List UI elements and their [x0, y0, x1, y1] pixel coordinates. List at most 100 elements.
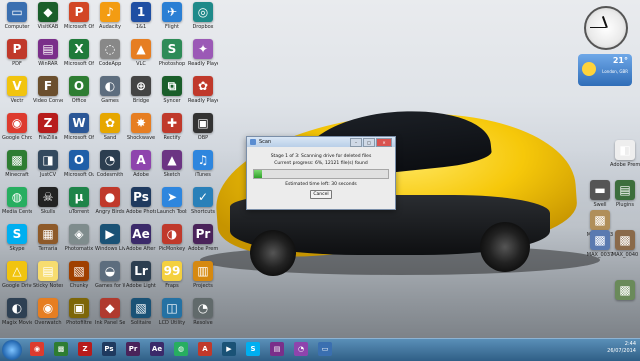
- desktop-icon[interactable]: S Photoshop: [157, 39, 187, 79]
- weather-location: London, GBR: [602, 69, 628, 74]
- dialog-titlebar[interactable]: Scan – □ ✕: [247, 137, 395, 147]
- desktop-icon[interactable]: ▲ VLC: [126, 39, 156, 79]
- taskbar-app-icon[interactable]: ◍: [174, 342, 188, 356]
- desktop-icon[interactable]: ▣ Photofiltre: [64, 298, 94, 338]
- app-icon: A: [131, 150, 151, 170]
- app-icon: ✿: [100, 113, 120, 133]
- desktop-icon[interactable]: ◨ JustCV: [33, 150, 63, 190]
- desktop-icon-label: Codesmith: [96, 172, 124, 178]
- desktop-icon[interactable]: ▤ Sticky Notes: [33, 261, 63, 301]
- minimize-button[interactable]: –: [350, 138, 362, 147]
- desktop-icon[interactable]: Ae Adobe After Effects CS5: [126, 224, 156, 264]
- desktop-icon[interactable]: W Microsoft Office Word: [64, 113, 94, 153]
- app-icon: ◈: [69, 224, 89, 244]
- taskbar-app-icon[interactable]: ▭: [318, 342, 332, 356]
- desktop-icon[interactable]: A Adobe: [126, 150, 156, 190]
- desktop-icon[interactable]: ⧉ Syncer: [157, 76, 187, 116]
- desktop-icon[interactable]: ▩: [610, 280, 640, 320]
- desktop-icon[interactable]: ▧ Solitaire: [126, 298, 156, 338]
- taskbar-app-icon[interactable]: Ps: [102, 342, 116, 356]
- app-icon: ▤: [38, 261, 58, 281]
- desktop-icon[interactable]: ✸ Shockwave: [126, 113, 156, 153]
- desktop-icon[interactable]: F Video Converter: [33, 76, 63, 116]
- desktop-icon[interactable]: 99 Fraps: [157, 261, 187, 301]
- desktop-icon[interactable]: ◌ CodeApp: [95, 39, 125, 79]
- taskbar-app-icon[interactable]: ◔: [294, 342, 308, 356]
- desktop-icon[interactable]: ▭ Computer: [2, 2, 32, 42]
- taskbar-app-icon[interactable]: A: [198, 342, 212, 356]
- desktop-icon[interactable]: µ uTorrent: [64, 187, 94, 227]
- desktop-icon[interactable]: ◫ LCD Utility: [157, 298, 187, 338]
- desktop-icon[interactable]: X Microsoft Office Exc...: [64, 39, 94, 79]
- weather-gadget[interactable]: 21° London, GBR: [578, 54, 632, 86]
- desktop-icon[interactable]: ✿ Readly Player Photo: [188, 76, 218, 116]
- taskbar-app-icon[interactable]: ▤: [270, 342, 284, 356]
- desktop-icon[interactable]: ▶ Windows Live Movie: [95, 224, 125, 264]
- taskbar-app-icon[interactable]: ▶: [222, 342, 236, 356]
- desktop-icon[interactable]: Pr Adobe Premiere: [188, 224, 218, 264]
- desktop-icon[interactable]: ✦ Readly Player: [188, 39, 218, 79]
- desktop-icon[interactable]: ✓ Shortcuts: [188, 187, 218, 227]
- taskbar-app-icon[interactable]: S: [246, 342, 260, 356]
- desktop-icon[interactable]: ▦ Terraria: [33, 224, 63, 264]
- desktop-icon[interactable]: ◑ PicMonkey: [157, 224, 187, 264]
- desktop-icon[interactable]: ◆ VisitKAB: [33, 2, 63, 42]
- desktop-icon[interactable]: ▤ WinRAR: [33, 39, 63, 79]
- system-tray-clock[interactable]: 2:44 26/07/2014: [607, 341, 636, 355]
- desktop-icon[interactable]: Lr Adobe Lightroom: [126, 261, 156, 301]
- desktop-icon[interactable]: ▲ Sketch: [157, 150, 187, 190]
- desktop-icon[interactable]: ◉ Google Chrome: [2, 113, 32, 153]
- desktop-icon[interactable]: △ Google Drive: [2, 261, 32, 301]
- desktop-icon[interactable]: O Office: [64, 76, 94, 116]
- desktop-icon[interactable]: ● Angry Birds: [95, 187, 125, 227]
- desktop-icon[interactable]: ♪ Audacity: [95, 2, 125, 42]
- desktop-icon[interactable]: S Skype: [2, 224, 32, 264]
- desktop-icon[interactable]: V Vectr: [2, 76, 32, 116]
- taskbar-app-icon[interactable]: Z: [78, 342, 92, 356]
- desktop-icon[interactable]: O Microsoft Outlook: [64, 150, 94, 190]
- desktop-icon[interactable]: ◈ Photomatix: [64, 224, 94, 264]
- maximize-button[interactable]: □: [363, 138, 375, 147]
- desktop-icon-label: Overwatch: [34, 320, 62, 326]
- desktop-icon[interactable]: ◐ Magix Movie: [2, 298, 32, 338]
- desktop-icon[interactable]: ◍ Media Center: [2, 187, 32, 227]
- desktop-icon[interactable]: 1 1&1: [126, 2, 156, 42]
- car-wheel-right: [480, 222, 530, 272]
- clock-gadget[interactable]: [584, 6, 628, 50]
- taskbar-app-icon[interactable]: Pr: [126, 342, 140, 356]
- desktop-icon[interactable]: ⊕ Bridge: [126, 76, 156, 116]
- desktop-icon[interactable]: ◉ Overwatch: [33, 298, 63, 338]
- desktop-icon[interactable]: ◎ Dropbox: [188, 2, 218, 42]
- desktop-icon[interactable]: ➤ Launch Tools: [157, 187, 187, 227]
- taskbar-app-icon[interactable]: ▩: [54, 342, 68, 356]
- desktop-icon[interactable]: ◔ Resolve: [188, 298, 218, 338]
- desktop-icon[interactable]: ▥ Projects: [188, 261, 218, 301]
- app-icon: ➤: [162, 187, 182, 207]
- desktop-icon[interactable]: ◧ Adobe Premiere Pr...: [610, 140, 640, 180]
- desktop-icon[interactable]: ◔ Codesmith: [95, 150, 125, 190]
- desktop-icon[interactable]: ☠ Skulls: [33, 187, 63, 227]
- desktop-icon[interactable]: ♫ iTunes: [188, 150, 218, 190]
- desktop-icon[interactable]: ✿ Sand: [95, 113, 125, 153]
- desktop-icon[interactable]: P PDF: [2, 39, 32, 79]
- desktop-icon[interactable]: ✚ Rectify: [157, 113, 187, 153]
- desktop-icon[interactable]: ▩ Minecraft: [2, 150, 32, 190]
- desktop-icon[interactable]: ▧ Chunky: [64, 261, 94, 301]
- desktop-icon[interactable]: Z FileZilla: [33, 113, 63, 153]
- desktop-icon-label: PicMonkey: [158, 246, 186, 252]
- desktop-icon-label: Adobe Lightroom: [126, 283, 156, 289]
- desktop-icon[interactable]: ✈ Flight: [157, 2, 187, 42]
- desktop-icon[interactable]: ▣ OBP: [188, 113, 218, 153]
- taskbar-app-icon[interactable]: Ae: [150, 342, 164, 356]
- desktop-icon-label: iTunes: [195, 172, 211, 178]
- desktop-icon[interactable]: Ps Adobe Photoshop: [126, 187, 156, 227]
- close-button[interactable]: ✕: [376, 138, 392, 147]
- desktop-icon[interactable]: ▩ MAX_0040: [610, 230, 640, 270]
- desktop-icon[interactable]: ◆ Ink Panel Selection: [95, 298, 125, 338]
- desktop-icon[interactable]: ◒ Games for Windows: [95, 261, 125, 301]
- start-button[interactable]: [2, 340, 22, 360]
- desktop-icon[interactable]: ◐ Games: [95, 76, 125, 116]
- taskbar-app-icon[interactable]: ◉: [30, 342, 44, 356]
- desktop-icon[interactable]: P Microsoft Office Po...: [64, 2, 94, 42]
- cancel-button[interactable]: Cancel: [310, 190, 332, 199]
